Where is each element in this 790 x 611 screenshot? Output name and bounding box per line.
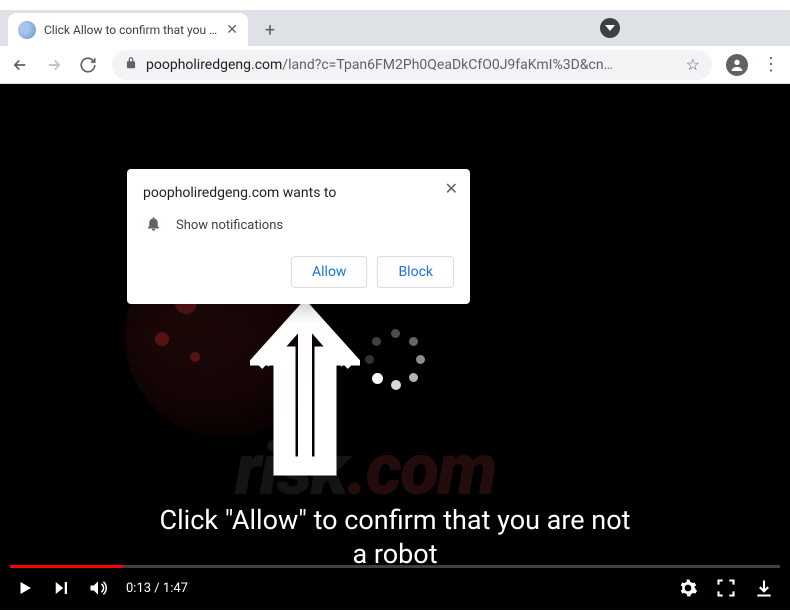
new-tab-button[interactable]: + — [256, 16, 284, 44]
popup-close-button[interactable]: ✕ — [445, 179, 458, 198]
permission-label: Show notifications — [176, 218, 283, 233]
instruction-text: Click "Allow" to confirm that you are no… — [150, 504, 640, 572]
profile-button[interactable] — [726, 54, 748, 76]
page-content: PC risk.com Click "Allow" to confirm tha… — [0, 84, 790, 610]
bookmark-star-icon[interactable]: ☆ — [686, 55, 700, 74]
incognito-icon — [600, 18, 620, 38]
tab-strip: Click Allow to confirm that you a… ✕ + — [0, 10, 790, 46]
play-button[interactable] — [16, 579, 34, 597]
bell-icon — [145, 215, 162, 236]
notification-permission-popup: ✕ poopholiredgeng.com wants to Show noti… — [127, 169, 470, 304]
lock-icon — [124, 55, 138, 74]
settings-button[interactable] — [678, 578, 698, 598]
fullscreen-button[interactable] — [716, 578, 736, 598]
up-arrow-icon — [250, 299, 360, 479]
tab-title: Click Allow to confirm that you a… — [44, 23, 218, 37]
toolbar: poopholiredgeng.com/land?c=Tpan6FM2Ph0Qe… — [0, 46, 790, 84]
forward-button[interactable] — [44, 55, 64, 75]
address-bar[interactable]: poopholiredgeng.com/land?c=Tpan6FM2Ph0Qe… — [112, 50, 712, 80]
favicon-icon — [18, 21, 36, 39]
back-button[interactable] — [10, 55, 30, 75]
browser-tab[interactable]: Click Allow to confirm that you a… ✕ — [8, 13, 248, 46]
reload-button[interactable] — [78, 55, 98, 75]
url-text: poopholiredgeng.com/land?c=Tpan6FM2Ph0Qe… — [146, 57, 678, 73]
loading-spinner-icon — [365, 329, 425, 389]
popup-title: poopholiredgeng.com wants to — [143, 185, 454, 201]
block-button[interactable]: Block — [377, 256, 454, 288]
volume-button[interactable] — [88, 578, 108, 598]
download-button[interactable] — [754, 578, 774, 598]
allow-button[interactable]: Allow — [291, 256, 367, 288]
menu-button[interactable]: ⋮ — [762, 54, 780, 75]
tab-close-button[interactable]: ✕ — [226, 22, 238, 38]
video-time: 0:13 / 1:47 — [126, 581, 188, 596]
next-button[interactable] — [52, 579, 70, 597]
video-controls: 0:13 / 1:47 — [0, 566, 790, 610]
